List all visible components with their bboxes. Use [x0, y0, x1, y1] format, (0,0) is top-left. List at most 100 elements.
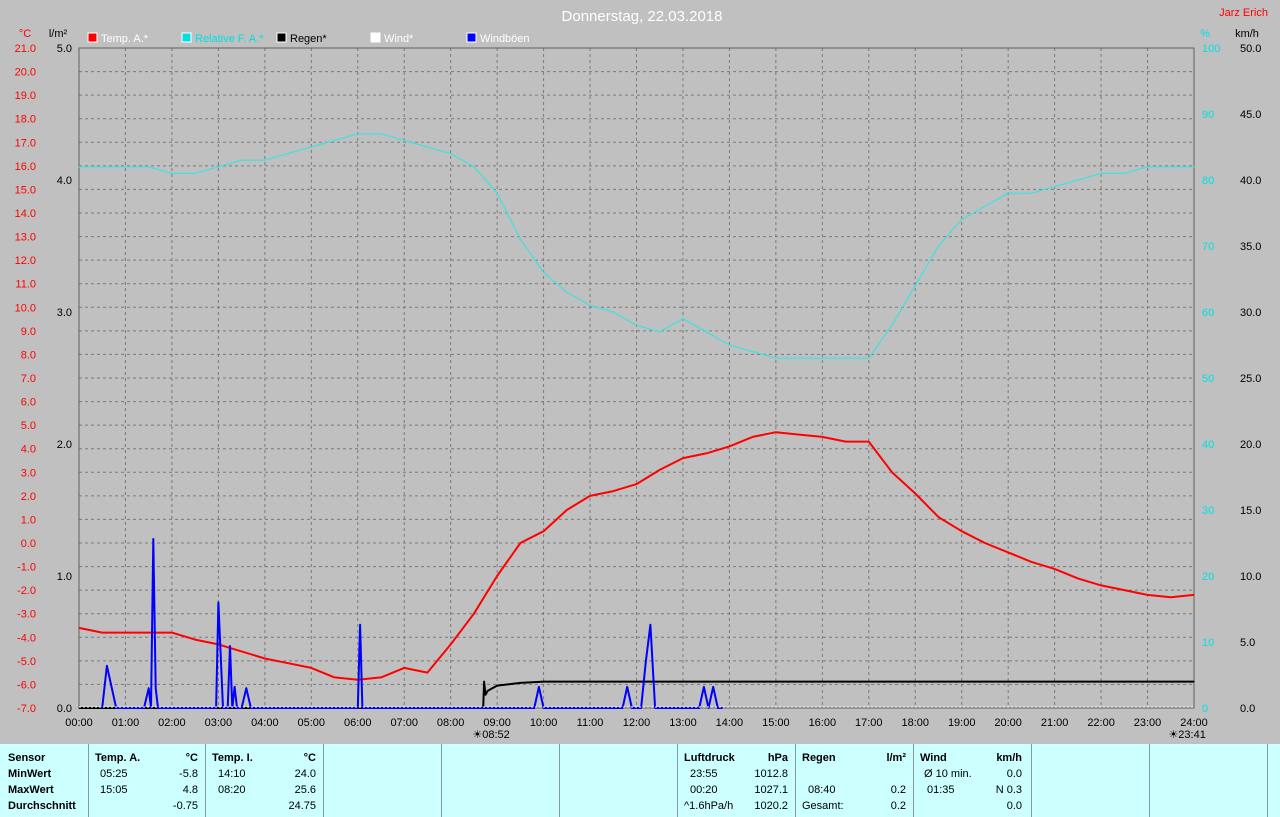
legend-swatch	[466, 32, 477, 43]
legend-swatch	[276, 32, 287, 43]
data-point	[259, 707, 261, 709]
data-point	[241, 707, 243, 709]
data-point	[752, 436, 754, 438]
data-point	[217, 601, 219, 604]
data-point	[496, 684, 498, 687]
data-point	[426, 146, 429, 148]
time-tick-label: 22:00	[1087, 717, 1115, 729]
cell-pressure-time: 23:55	[690, 768, 718, 780]
data-point	[245, 687, 247, 689]
data-point	[631, 707, 633, 709]
weather-chart: 21.0 20.0 19.0 18.0 17.0 16.0 15.0 14.0 13.0 12.0…	[15, 7, 1268, 741]
data-point	[1170, 166, 1172, 168]
temp-tick-label: 18.0	[15, 114, 36, 126]
data-point	[542, 530, 545, 532]
rain-tick-label: 0.0	[57, 703, 72, 715]
cell-temp-i-time: 08:20	[218, 784, 246, 796]
time-tick-label: 03:00	[205, 717, 233, 729]
time-tick-label: 02:00	[158, 717, 186, 729]
data-point	[264, 657, 266, 660]
data-point	[106, 665, 108, 667]
wind-tick-label: 50.0	[1240, 43, 1261, 55]
data-point	[231, 707, 233, 709]
cell-wind-value: 0.0	[1006, 800, 1022, 812]
chart-grid	[78, 47, 1195, 709]
wind-tick-label: 10.0	[1240, 571, 1261, 583]
cell-pressure-trend: ^1.6hPa/h	[684, 800, 734, 812]
data-point	[612, 311, 614, 313]
station-name: Jarz Erich	[1219, 7, 1268, 19]
data-point	[712, 686, 714, 688]
data-point	[148, 631, 150, 634]
temp-tick-label: 3.0	[21, 467, 36, 479]
time-tick-label: 06:00	[344, 717, 372, 729]
data-point	[171, 631, 173, 634]
time-tick-label: 21:00	[1041, 717, 1069, 729]
cell-pressure-value: 1020.2	[754, 800, 788, 812]
data-point	[1123, 172, 1125, 174]
temp-tick-label: 21.0	[15, 43, 36, 55]
time-tick-label: 11:00	[577, 717, 604, 729]
pressure-tick-label: 20	[1202, 571, 1214, 583]
wind-tick-label: 40.0	[1240, 175, 1261, 187]
temp-tick-label: 9.0	[21, 326, 36, 338]
data-point	[171, 172, 173, 174]
data-point	[868, 441, 870, 443]
data-point	[566, 509, 568, 511]
pressure-tick-label: 50	[1202, 373, 1214, 385]
data-point	[1077, 577, 1079, 579]
rain-unit-label: l/m²	[49, 28, 68, 40]
temp-tick-label: -6.0	[17, 679, 36, 691]
cell-temp-i-value: 25.6	[294, 784, 316, 796]
data-point	[1007, 192, 1009, 194]
data-point	[310, 667, 312, 669]
header-temp-a-unit: °C	[185, 752, 198, 764]
data-point	[450, 643, 452, 645]
data-point	[1054, 186, 1056, 188]
data-point	[496, 575, 498, 577]
data-point	[148, 166, 150, 168]
data-point	[227, 707, 229, 709]
data-point	[124, 166, 127, 168]
time-tick-label: 16:00	[809, 717, 837, 729]
legend-swatch	[181, 32, 192, 43]
data-point	[484, 694, 487, 696]
cell-rain-total-label: Gesamt:	[802, 800, 844, 812]
data-point	[868, 357, 870, 359]
data-point	[380, 676, 382, 678]
pressure-tick-label: 60	[1202, 307, 1214, 319]
data-point	[366, 707, 368, 709]
header-rain-unit: l/m²	[886, 752, 906, 764]
time-tick-label: 04:00	[251, 717, 279, 729]
header-temp-i-unit: °C	[303, 752, 316, 764]
pressure-tick-label: 80	[1202, 175, 1214, 187]
time-tick-label: 10:00	[530, 717, 558, 729]
temp-tick-label: 17.0	[15, 137, 36, 149]
temp-tick-label: 4.0	[21, 444, 36, 456]
temp-tick-label: -2.0	[17, 585, 36, 597]
data-point	[1146, 166, 1149, 168]
time-tick-label: 13:00	[669, 717, 697, 729]
pressure-tick-label: 40	[1202, 439, 1214, 451]
wind-tick-label: 20.0	[1240, 439, 1261, 451]
cell-pressure-value: 1012.8	[754, 768, 788, 780]
chart-axes: 21.0 20.0 19.0 18.0 17.0 16.0 15.0 14.0 13.0 12.0…	[15, 28, 1262, 741]
legend-label: Wind*	[384, 33, 414, 45]
data-point	[101, 707, 103, 709]
row-label: Durchschnitt	[8, 800, 76, 812]
time-tick-label: 23:00	[1134, 717, 1162, 729]
data-point	[115, 707, 117, 709]
rain-tick-label: 5.0	[57, 43, 72, 55]
header-wind-unit: km/h	[996, 752, 1022, 764]
data-point	[78, 707, 80, 709]
data-point	[566, 291, 568, 293]
temp-tick-label: 7.0	[21, 373, 36, 385]
header-sensor: Sensor	[8, 752, 46, 764]
data-point	[775, 431, 777, 433]
data-point	[1007, 551, 1009, 554]
data-point	[519, 238, 521, 240]
header-wind: Wind	[920, 752, 947, 764]
header-temp-a: Temp. A.	[95, 752, 141, 764]
cell-temp-a-value: -5.8	[179, 768, 198, 780]
data-point	[250, 707, 252, 709]
